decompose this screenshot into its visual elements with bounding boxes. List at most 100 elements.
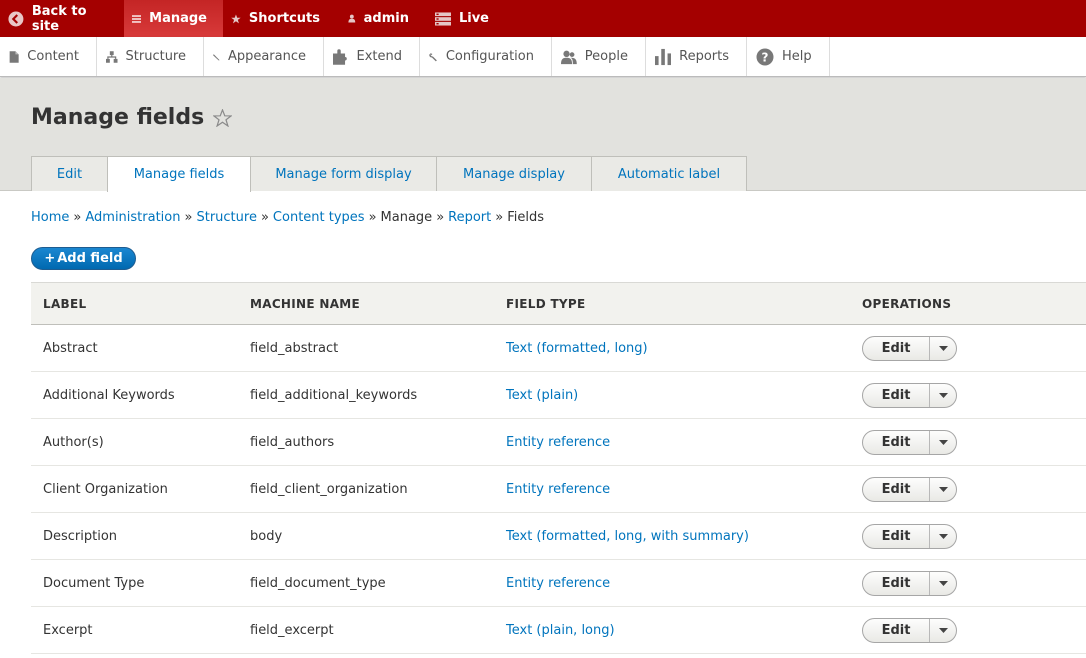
tab-manage-form-display[interactable]: Manage form display	[250, 156, 437, 191]
table-row: Description body Text (formatted, long, …	[31, 512, 1086, 560]
tab-automatic-label[interactable]: Automatic label	[591, 156, 747, 191]
field-type-link[interactable]: Text (plain)	[506, 388, 578, 403]
shortcuts-label: Shortcuts	[248, 11, 320, 26]
tray-item-people[interactable]: People	[552, 37, 646, 76]
field-type-link[interactable]: Entity reference	[506, 482, 610, 497]
breadcrumb-fields: Fields	[507, 210, 545, 225]
dropbutton-toggle[interactable]	[930, 431, 956, 454]
breadcrumb-separator: »	[260, 210, 269, 225]
table-row: Abstract field_abstract Text (formatted,…	[31, 324, 1086, 372]
shortcuts-tab[interactable]: Shortcuts	[223, 0, 336, 37]
field-label-text: Additional Keywords	[43, 387, 175, 403]
field-machine-name-text: field_authors	[250, 434, 335, 450]
people-icon	[561, 50, 577, 64]
manage-label: Manage	[149, 11, 207, 26]
breadcrumb-separator: »	[184, 210, 193, 225]
field-type: Text (plain, long)	[494, 606, 850, 654]
dropbutton-toggle[interactable]	[930, 619, 956, 642]
edit-button[interactable]: Edit	[863, 430, 930, 454]
dropbutton-toggle[interactable]	[930, 478, 956, 501]
breadcrumb-home[interactable]: Home	[31, 210, 69, 225]
tray-item-configuration[interactable]: Configuration	[420, 37, 552, 76]
tray-item-label: Reports	[679, 49, 729, 64]
workspace-label: Live	[458, 11, 489, 26]
tray-item-label: People	[584, 49, 628, 64]
field-machine-name-text: field_document_type	[250, 575, 386, 591]
dropbutton-toggle[interactable]	[930, 572, 956, 595]
field-machine-name: field_document_type	[238, 559, 494, 607]
breadcrumb-structure[interactable]: Structure	[196, 210, 256, 225]
field-type-link[interactable]: Entity reference	[506, 576, 610, 591]
field-machine-name-text: field_client_organization	[250, 481, 408, 497]
workspace-icon	[435, 11, 451, 26]
breadcrumb-report[interactable]: Report	[448, 210, 491, 225]
field-label: Additional Keywords	[31, 371, 238, 419]
back-to-site-label: Back to site	[31, 3, 87, 34]
header-label: LABEL	[31, 282, 238, 325]
caret-down-icon	[938, 580, 948, 586]
field-type: Text (formatted, long, with summary)	[494, 512, 850, 560]
edit-button[interactable]: Edit	[863, 383, 930, 407]
tray-item-content[interactable]: Content	[0, 37, 97, 76]
field-label-text: Author(s)	[43, 434, 104, 450]
breadcrumb-administration[interactable]: Administration	[85, 210, 180, 225]
edit-button[interactable]: Edit	[863, 477, 930, 501]
table-row: Additional Keywords field_additional_key…	[31, 371, 1086, 419]
field-operations: Edit	[850, 418, 1086, 466]
breadcrumb-separator: »	[495, 210, 504, 225]
tray-item-label: Structure	[125, 49, 186, 64]
breadcrumb-separator: »	[73, 210, 82, 225]
add-field-button[interactable]: + Add field	[31, 247, 136, 270]
edit-button[interactable]: Edit	[863, 618, 930, 642]
edit-button[interactable]: Edit	[863, 571, 930, 595]
field-label-text: Excerpt	[43, 622, 93, 638]
tab-edit[interactable]: Edit	[31, 156, 108, 191]
tray-item-reports[interactable]: Reports	[646, 37, 747, 76]
back-to-site-link[interactable]: Back to site	[0, 0, 124, 37]
field-machine-name-text: field_additional_keywords	[250, 387, 418, 403]
field-label: Abstract	[31, 324, 238, 372]
field-machine-name-text: body	[250, 528, 283, 544]
table-row: Client Organization field_client_organiz…	[31, 465, 1086, 513]
field-type: Entity reference	[494, 465, 850, 513]
field-type: Entity reference	[494, 418, 850, 466]
manage-tab[interactable]: Manage	[124, 0, 223, 37]
field-type: Text (plain)	[494, 371, 850, 419]
dropbutton-toggle[interactable]	[930, 384, 956, 407]
field-operations: Edit	[850, 606, 1086, 654]
user-tab[interactable]: admin	[336, 0, 425, 37]
tray-item-extend[interactable]: Extend	[324, 37, 420, 76]
field-machine-name: field_authors	[238, 418, 494, 466]
workspace-tab[interactable]: Live	[425, 0, 505, 37]
field-type-link[interactable]: Text (formatted, long)	[506, 341, 648, 356]
tray-item-help[interactable]: ? Help	[747, 37, 830, 76]
tray-item-structure[interactable]: Structure	[97, 37, 204, 76]
field-operations: Edit	[850, 512, 1086, 560]
field-machine-name: field_additional_keywords	[238, 371, 494, 419]
tray-item-label: Help	[782, 49, 812, 64]
breadcrumb-content-types[interactable]: Content types	[273, 210, 365, 225]
tab-manage-display[interactable]: Manage display	[436, 156, 592, 191]
field-operations: Edit	[850, 559, 1086, 607]
edit-button[interactable]: Edit	[863, 336, 930, 360]
page-icon	[9, 50, 19, 63]
field-label-text: Description	[43, 528, 118, 544]
dropbutton-toggle[interactable]	[930, 525, 956, 548]
field-type-link[interactable]: Entity reference	[506, 435, 610, 450]
edit-button[interactable]: Edit	[863, 524, 930, 548]
field-label: Client Organization	[31, 465, 238, 513]
plus-icon: +	[44, 251, 56, 266]
page-title-text: Manage fields	[31, 105, 205, 130]
tab-manage-fields[interactable]: Manage fields	[107, 156, 251, 192]
primary-tabs: Edit Manage fields Manage form display M…	[31, 156, 747, 192]
user-icon	[348, 14, 356, 23]
breadcrumb-separator: »	[436, 210, 445, 225]
field-type-link[interactable]: Text (formatted, long, with summary)	[506, 529, 749, 544]
tray-item-appearance[interactable]: Appearance	[204, 37, 324, 76]
dropbutton-toggle[interactable]	[930, 337, 956, 360]
field-label-text: Client Organization	[43, 481, 168, 497]
field-type-link[interactable]: Text (plain, long)	[506, 623, 615, 638]
wrench-icon	[429, 52, 437, 61]
shortcut-star-icon[interactable]	[213, 108, 233, 127]
operations-dropbutton: Edit	[862, 523, 957, 549]
